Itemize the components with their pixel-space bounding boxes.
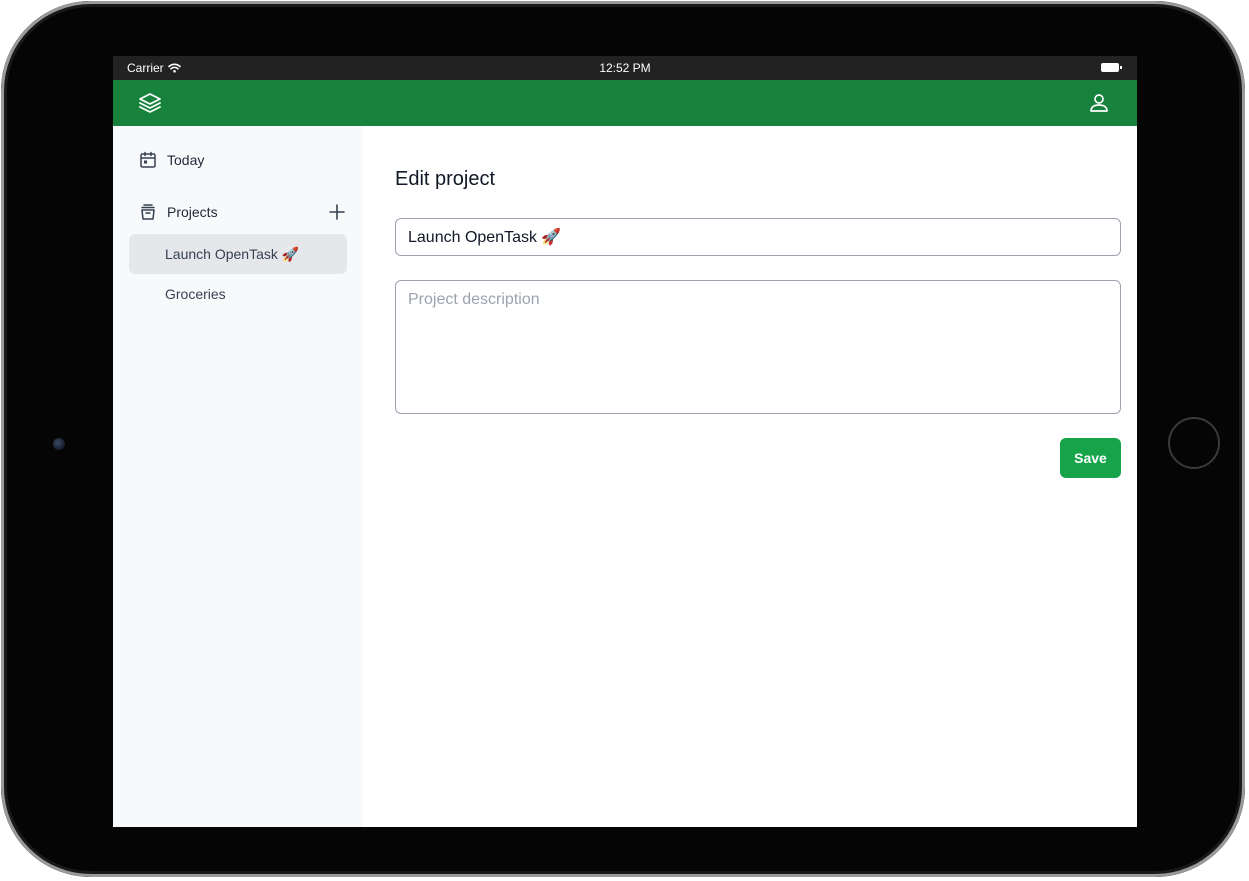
sidebar-item-projects[interactable]: Projects (129, 192, 347, 232)
page-title: Edit project (395, 168, 496, 190)
layers-icon[interactable] (137, 91, 163, 115)
sidebar-project-label: Groceries (165, 286, 226, 302)
project-description-input[interactable] (395, 280, 1121, 414)
sidebar-item-label: Projects (167, 204, 218, 220)
status-time: 12:52 PM (599, 61, 651, 75)
sidebar-project-item[interactable]: Launch OpenTask 🚀 (129, 234, 347, 274)
sidebar-item-label: Today (167, 152, 205, 168)
project-name-input[interactable] (395, 218, 1121, 256)
save-button[interactable]: Save (1060, 438, 1121, 478)
plus-icon[interactable] (327, 202, 347, 222)
app-header (113, 80, 1137, 126)
main-content: Edit project Save (362, 126, 1137, 827)
front-camera (53, 438, 65, 450)
battery-icon (1101, 63, 1122, 72)
tablet-frame: Carrier 12:52 PM Today Projects Launch O… (1, 1, 1245, 877)
calendar-icon (140, 151, 156, 168)
sidebar: Today Projects Launch OpenTask 🚀 Groceri… (113, 126, 362, 827)
user-icon[interactable] (1087, 91, 1111, 115)
screen: Carrier 12:52 PM Today Projects Launch O… (113, 56, 1137, 827)
sidebar-project-label: Launch OpenTask 🚀 (165, 245, 300, 262)
sidebar-project-item[interactable]: Groceries (129, 274, 347, 314)
status-bar: Carrier 12:52 PM (113, 56, 1137, 80)
sidebar-item-today[interactable]: Today (129, 140, 347, 180)
archive-icon (141, 204, 155, 220)
home-button[interactable] (1168, 417, 1220, 469)
